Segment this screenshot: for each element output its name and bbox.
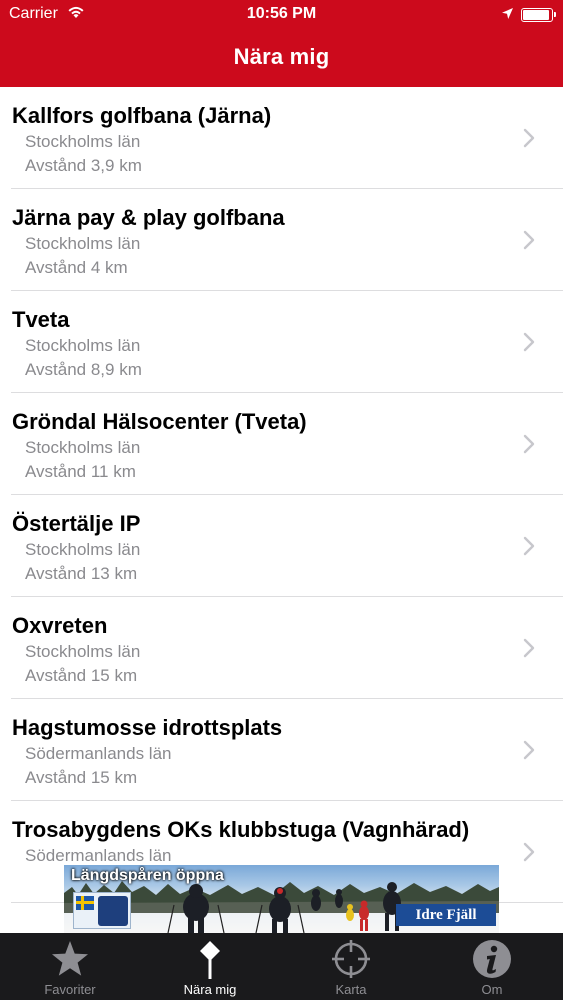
list-item[interactable]: Hagstumosse idrottsplats Södermanlands l… (0, 699, 563, 801)
place-distance: Avstånd 8,9 km (25, 360, 142, 379)
chevron-right-icon (523, 128, 535, 148)
page-title: Nära mig (233, 44, 330, 69)
tab-om[interactable]: Om (422, 933, 562, 1000)
place-distance: Avstånd 13 km (25, 564, 138, 583)
chevron-right-icon (523, 842, 535, 862)
place-region: Södermanlands län (25, 846, 172, 865)
place-name: Kallfors golfbana (Järna) (12, 103, 272, 128)
chevron-right-icon (523, 638, 535, 658)
chevron-right-icon (523, 536, 535, 556)
place-name: Gröndal Hälsocenter (Tveta) (12, 409, 307, 434)
place-region: Stockholms län (25, 336, 141, 355)
place-name: Trosabygdens OKs klubbstuga (Vagnhärad) (12, 817, 470, 842)
battery-level (523, 10, 549, 20)
ad-brand-logo: Idre Fjäll (396, 904, 496, 926)
info-icon (473, 940, 511, 978)
list-item[interactable]: Gröndal Hälsocenter (Tveta) Stockholms l… (0, 393, 563, 495)
place-name: Oxvreten (12, 613, 108, 638)
tab-nara-mig[interactable]: Nära mig (140, 933, 280, 1000)
tab-label-favoriter: Favoriter (44, 982, 96, 997)
place-distance: Avstånd 4 km (25, 258, 128, 277)
swedish-flag-icon (76, 896, 94, 910)
star-icon (52, 941, 88, 976)
chevron-right-icon (523, 332, 535, 352)
list-item[interactable]: Östertälje IP Stockholms län Avstånd 13 … (0, 495, 563, 597)
crosshair-icon (332, 940, 370, 978)
place-distance: Avstånd 15 km (25, 666, 138, 685)
list-item[interactable]: Tveta Stockholms län Avstånd 8,9 km (0, 291, 563, 393)
location-pin-icon (200, 941, 220, 979)
list-item[interactable]: Oxvreten Stockholms län Avstånd 15 km (0, 597, 563, 699)
place-region: Södermanlands län (25, 744, 172, 763)
place-region: Stockholms län (25, 438, 141, 457)
ad-sponsor-logo (73, 892, 131, 929)
tab-label-om: Om (481, 982, 503, 997)
tab-favoriter[interactable]: Favoriter (0, 933, 140, 1000)
battery-icon (521, 8, 556, 22)
tab-label-karta: Karta (335, 982, 367, 997)
tab-label-nara-mig: Nära mig (183, 982, 237, 997)
tab-bar: Favoriter Nära mig Karta Om (0, 933, 563, 1000)
place-distance: Avstånd 11 km (25, 462, 136, 481)
location-arrow-icon (502, 8, 513, 19)
chevron-right-icon (523, 740, 535, 760)
ad-banner[interactable]: Längdspåren öppna Idre Fjäll (64, 865, 499, 933)
chevron-right-icon (523, 230, 535, 250)
list-item[interactable]: Järna pay & play golfbana Stockholms län… (0, 189, 563, 291)
place-distance: Avstånd 3,9 km (25, 156, 142, 175)
place-region: Stockholms län (25, 234, 141, 253)
tab-karta[interactable]: Karta (281, 933, 421, 1000)
clock: 10:56 PM (246, 5, 317, 22)
place-name: Östertälje IP (12, 511, 141, 536)
sponsor-badge-icon (98, 896, 128, 926)
ad-headline: Längdspåren öppna (71, 867, 224, 884)
place-name: Järna pay & play golfbana (12, 205, 285, 230)
place-region: Stockholms län (25, 540, 141, 559)
list-item[interactable]: Kallfors golfbana (Järna) Stockholms län… (0, 87, 563, 189)
place-name: Tveta (12, 307, 70, 332)
chevron-right-icon (523, 434, 535, 454)
header: Carrier 10:56 PM Nära mig (0, 0, 563, 87)
places-list[interactable]: Kallfors golfbana (Järna) Stockholms län… (0, 87, 563, 934)
place-region: Stockholms län (25, 642, 141, 661)
place-name: Hagstumosse idrottsplats (12, 715, 283, 740)
status-bar: Carrier 10:56 PM (0, 0, 563, 30)
place-region: Stockholms län (25, 132, 141, 151)
place-distance: Avstånd 15 km (25, 768, 138, 787)
